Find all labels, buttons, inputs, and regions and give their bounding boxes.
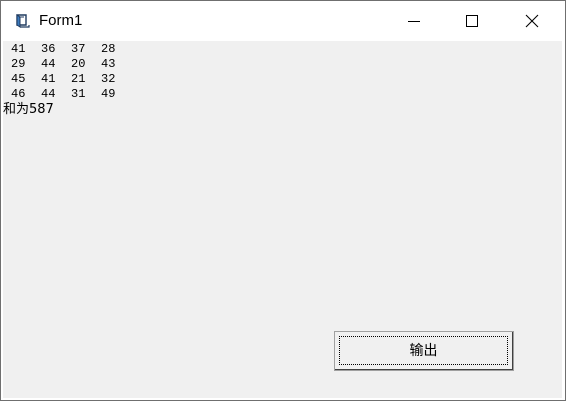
close-button[interactable] [503,1,561,41]
matrix-cell: 36 [41,42,56,56]
matrix-cell: 20 [71,57,86,71]
matrix-cell: 45 [11,72,26,86]
matrix-row: 46 44 31 49 [11,87,131,102]
matrix-cell: 31 [71,87,86,101]
matrix-cell: 37 [71,42,86,56]
close-icon [525,14,539,28]
output-button[interactable]: 输出 [334,331,514,371]
form-window: Form1 41 36 37 28 29 44 20 43 45 41 21 3… [0,0,566,401]
matrix-cell: 49 [101,87,116,101]
form-client-area: 41 36 37 28 29 44 20 43 45 41 21 32 46 4… [3,41,562,398]
matrix-cell: 32 [101,72,116,86]
matrix-row: 45 41 21 32 [11,72,131,87]
matrix-cell: 44 [41,87,56,101]
minimize-button[interactable] [385,1,443,41]
matrix-row: 29 44 20 43 [11,57,131,72]
maximize-button[interactable] [443,1,501,41]
matrix-cell: 44 [41,57,56,71]
matrix-cell: 21 [71,72,86,86]
window-title: Form1 [39,12,83,29]
matrix-cell: 29 [11,57,26,71]
matrix-cell: 41 [11,42,26,56]
vb-form-icon[interactable] [14,12,32,30]
output-button-label: 输出 [409,343,438,359]
matrix-cell: 46 [11,87,26,101]
sum-text: 和为587 [3,102,54,117]
title-bar[interactable]: Form1 [1,1,565,41]
minimize-icon [408,21,420,22]
matrix-cell: 43 [101,57,116,71]
matrix-output: 41 36 37 28 29 44 20 43 45 41 21 32 46 4… [11,42,131,102]
matrix-cell: 28 [101,42,116,56]
maximize-icon [466,15,478,27]
matrix-row: 41 36 37 28 [11,42,131,57]
matrix-cell: 41 [41,72,56,86]
